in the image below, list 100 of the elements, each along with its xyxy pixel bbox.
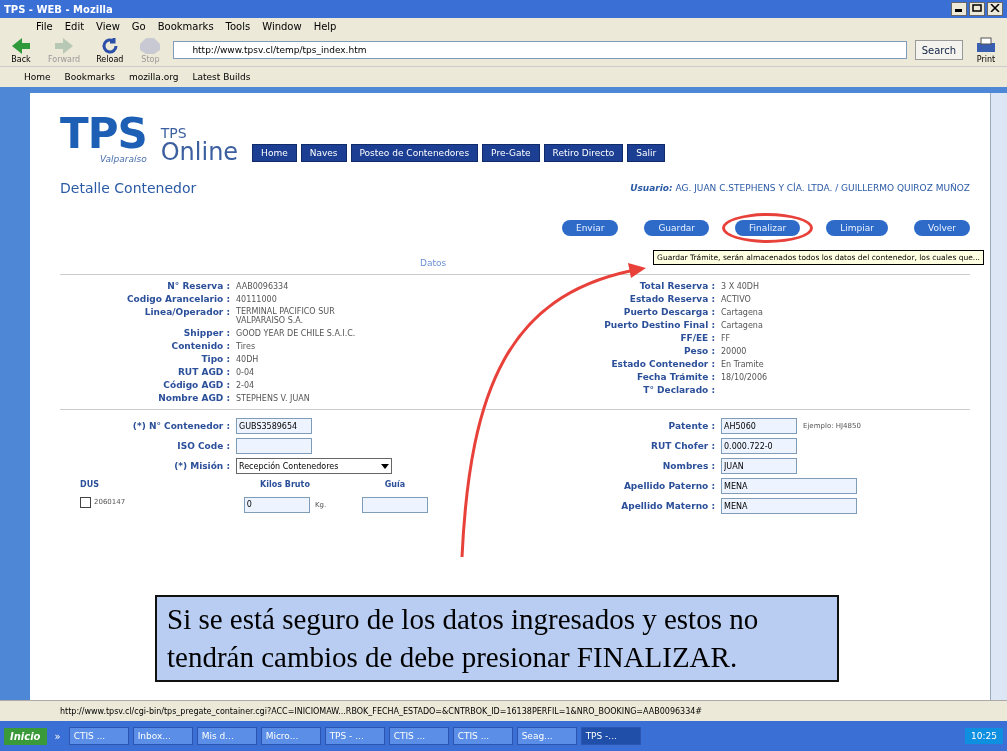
field-label: Shipper : xyxy=(182,328,230,338)
action-button[interactable]: Limpiar xyxy=(826,220,888,236)
field-value: GOOD YEAR DE CHILE S.A.I.C. xyxy=(236,328,357,338)
field-label: Patente : xyxy=(667,421,715,431)
field-value: 0-04 xyxy=(236,367,256,377)
field-value: 40DH xyxy=(236,354,260,364)
field-label: RUT Chofer : xyxy=(650,441,715,451)
more-button[interactable]: » xyxy=(54,730,61,742)
toolbar-button[interactable]: Back xyxy=(6,36,36,64)
search-button[interactable]: Search xyxy=(914,40,963,60)
column-header: Kilos Bruto xyxy=(259,480,311,489)
menu-item[interactable]: Go xyxy=(131,20,146,32)
field-label: T° Declarado : xyxy=(642,385,715,395)
taskbar-button[interactable]: TPS -... xyxy=(580,727,641,745)
field-label: Apellido Paterno : xyxy=(622,481,715,491)
menu-item[interactable]: Help xyxy=(313,20,337,32)
field-value: AAB0096334 xyxy=(236,281,290,291)
checkbox[interactable] xyxy=(80,496,91,508)
field-label: (*) N° Contenedor : xyxy=(131,421,230,431)
nav-button[interactable]: Retiro Directo xyxy=(543,144,624,162)
input-field[interactable] xyxy=(362,496,428,513)
field-value: 20000 xyxy=(721,346,748,356)
action-button[interactable]: Finalizar xyxy=(735,220,801,236)
clock: 10:25 xyxy=(965,728,1003,744)
nav-button[interactable]: Pre-Gate xyxy=(482,144,540,162)
user-info: Usuario: AG. JUAN C.STEPHENS Y CÍA. LTDA. / GUILLERMO QUIROZ MUÑOZ xyxy=(630,183,970,193)
caption-text: Si se está seguro de los datos ingresados y estos no tendrán cambios de debe presionar FINALIZAR. xyxy=(155,595,839,683)
column-header: DUS xyxy=(80,480,100,489)
menu-item[interactable]: Window xyxy=(262,20,302,32)
action-button[interactable]: Guardar xyxy=(644,220,710,236)
field-label: Puerto Descarga : xyxy=(622,307,715,317)
close-button[interactable] xyxy=(987,2,1003,16)
address-field[interactable]: http://www.tpsv.cl/temp/tps_index.htm xyxy=(173,41,907,59)
nav-button[interactable]: Home xyxy=(252,144,297,162)
menu-item[interactable]: Bookmarks xyxy=(157,20,214,32)
field-label: Apellido Materno : xyxy=(620,501,715,511)
field-label: Estado Contenedor : xyxy=(610,359,715,369)
section-title: Datos xyxy=(420,258,447,268)
field-label: ISO Code : xyxy=(176,441,230,451)
field-label: Puerto Destino Final : xyxy=(603,320,715,330)
input-field[interactable]: MENA xyxy=(721,478,857,494)
product-name: TPS Online xyxy=(160,126,239,164)
bookmark-link[interactable]: Home xyxy=(24,72,51,82)
nav-button[interactable]: Salir xyxy=(627,144,666,162)
input-field[interactable]: 0.000.722-0 xyxy=(721,438,797,454)
status-url: http://www.tpsv.cl/cgi-bin/tps_pregate_container.cgi?ACC=INICIOMAW...RBOK_FECHA_ESTADO=&CNTRBOK_ID=16138PERFIL=1&NRO_BOOKING=AAB0096334# xyxy=(60,706,703,716)
menu-item[interactable]: Tools xyxy=(225,20,251,32)
mission-dropdown[interactable]: Recepción Contenedores xyxy=(236,458,392,474)
maximize-icon xyxy=(972,4,982,12)
input-field[interactable]: JUAN xyxy=(721,458,797,474)
field-value: 40111000 xyxy=(236,294,278,304)
start-button[interactable]: Inicio xyxy=(4,727,47,745)
window-title: TPS - WEB - Mozilla xyxy=(4,3,113,15)
bookmark-link[interactable]: mozilla.org xyxy=(128,72,179,82)
field-label: Codigo Arancelario : xyxy=(126,294,230,304)
input-field[interactable]: 0 xyxy=(243,496,310,513)
caret-icon xyxy=(381,463,389,469)
field-value: ACTIVO xyxy=(721,294,752,304)
field-value: 3 X 40DH xyxy=(721,281,760,291)
field-value: TERMINAL PACIFICO SUR VALPARAISO S.A. xyxy=(236,307,336,325)
nav-button[interactable]: Naves xyxy=(300,144,347,162)
field-value: Tires xyxy=(236,341,257,351)
back-arrow-icon xyxy=(10,36,32,55)
menu-item[interactable]: View xyxy=(96,20,120,32)
field-label: Total Reserva : xyxy=(638,281,715,291)
field-label: Fecha Trámite : xyxy=(635,372,715,382)
field-label: N° Reserva : xyxy=(166,281,230,291)
action-button[interactable]: Enviar xyxy=(561,220,619,236)
toolbar-button[interactable]: Reload xyxy=(92,36,128,64)
page-heading: Detalle Contenedor xyxy=(60,180,197,196)
field-value: Cartagena xyxy=(721,307,764,317)
scrollbar[interactable] xyxy=(990,93,1007,700)
input-field[interactable]: AH5060 xyxy=(721,418,797,434)
menu-item[interactable]: File xyxy=(36,20,53,32)
field-label: FF/EE : xyxy=(679,333,715,343)
nav-button[interactable]: Posteo de Contenedores xyxy=(350,144,479,162)
field-label: RUT AGD : xyxy=(176,367,230,377)
maximize-button[interactable] xyxy=(969,2,985,16)
input-field[interactable]: MENA xyxy=(721,498,857,514)
print-button[interactable]: Print xyxy=(971,36,1001,64)
tps-logo: TPS Valparaíso xyxy=(60,113,147,164)
field-label: Tipo : xyxy=(200,354,230,364)
field-label: Código AGD : xyxy=(162,380,230,390)
minimize-button[interactable] xyxy=(951,2,967,16)
field-label: (*) Misión : xyxy=(173,461,230,471)
field-value: FF xyxy=(721,333,732,343)
field-label: Estado Reserva : xyxy=(628,294,715,304)
menu-item[interactable]: Edit xyxy=(64,20,85,32)
close-icon xyxy=(990,4,1000,12)
input-field[interactable]: GUBS3589654 xyxy=(236,418,312,434)
field-value: 2-04 xyxy=(236,380,256,390)
field-value: STEPHENS V. JUAN xyxy=(236,393,311,403)
bookmark-link[interactable]: Bookmarks xyxy=(64,72,115,82)
input-field[interactable] xyxy=(236,438,312,454)
printer-icon xyxy=(975,36,997,55)
action-button[interactable]: Volver xyxy=(913,220,970,236)
bookmark-link[interactable]: Latest Builds xyxy=(192,72,251,82)
stop-icon xyxy=(139,36,162,55)
field-value: Cartagena xyxy=(721,320,764,330)
field-label: Linea/Operador : xyxy=(143,307,230,319)
